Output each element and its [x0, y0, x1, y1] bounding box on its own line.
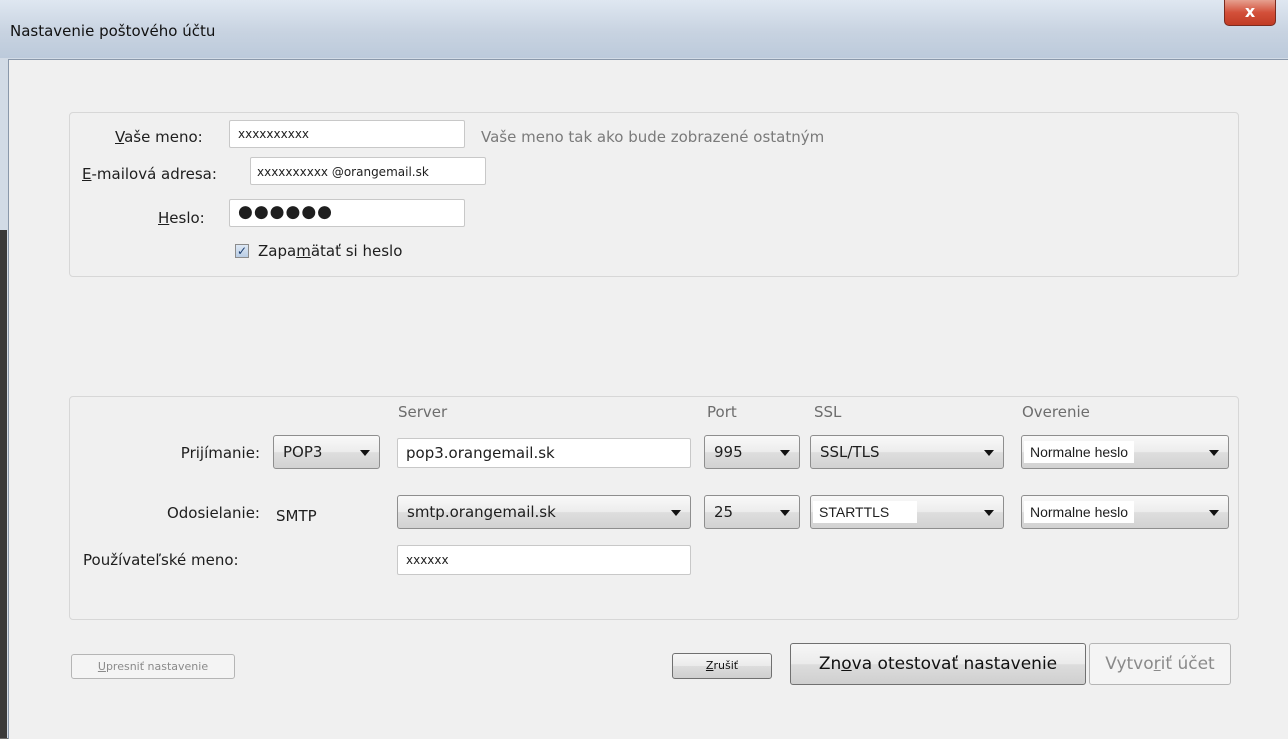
column-header-port: Port	[707, 403, 737, 421]
outgoing-ssl-select[interactable]: STARTTLS	[810, 495, 1004, 529]
email-input[interactable]: xxxxxxxxxx @orangemail.sk	[250, 157, 486, 185]
column-header-auth: Overenie	[1022, 403, 1090, 421]
outgoing-auth-select[interactable]: Normalne heslo	[1021, 495, 1229, 529]
close-button[interactable]: x	[1224, 0, 1276, 26]
username-input[interactable]: xxxxxx	[397, 545, 691, 575]
outgoing-auth-value: Normalne heslo	[1024, 501, 1135, 523]
chevron-down-icon	[671, 510, 681, 516]
chevron-down-icon	[984, 510, 994, 516]
email-label: E-mailová adresa:	[82, 165, 217, 183]
window-title: Nastavenie poštového účtu	[10, 22, 216, 40]
outgoing-server-value: smtp.orangemail.sk	[407, 503, 556, 521]
outgoing-ssl-value: STARTTLS	[813, 501, 918, 523]
incoming-port-value: 995	[714, 443, 743, 461]
incoming-port-select[interactable]: 995	[704, 435, 800, 469]
incoming-ssl-value: SSL/TLS	[820, 443, 880, 461]
chevron-down-icon	[1209, 450, 1219, 456]
cancel-button[interactable]: Zrušiť	[672, 653, 772, 679]
chevron-down-icon	[360, 450, 370, 456]
column-header-server: Server	[398, 403, 448, 421]
server-settings-group: Server Port SSL Overenie Prijímanie: POP…	[69, 396, 1239, 620]
username-label: Používateľské meno:	[83, 551, 239, 569]
incoming-protocol-value: POP3	[283, 443, 323, 461]
create-account-button[interactable]: Vytvoriť účet	[1089, 643, 1231, 685]
outgoing-port-value: 25	[714, 503, 734, 521]
chevron-down-icon	[780, 510, 790, 516]
password-label: Heslo:	[158, 209, 205, 227]
chevron-down-icon	[1209, 510, 1219, 516]
chevron-down-icon	[984, 450, 994, 456]
dialog-client-area: Vaše meno: xxxxxxxxxx Vaše meno tak ako …	[8, 59, 1288, 739]
outgoing-label: Odosielanie:	[166, 504, 260, 522]
outgoing-server-select[interactable]: smtp.orangemail.sk	[397, 495, 691, 529]
incoming-label: Prijímanie:	[180, 444, 260, 462]
outgoing-protocol: SMTP	[276, 507, 317, 525]
incoming-auth-value: Normalne heslo	[1024, 441, 1135, 463]
dialog-window: Nastavenie poštového účtu x Vaše meno: x…	[0, 0, 1288, 739]
password-input[interactable]: ●●●●●●	[229, 199, 465, 227]
name-label: Vaše meno:	[115, 128, 203, 146]
incoming-ssl-select[interactable]: SSL/TLS	[810, 435, 1004, 469]
identity-group: Vaše meno: xxxxxxxxxx Vaše meno tak ako …	[69, 112, 1239, 277]
remember-password-checkbox[interactable]: ✓	[235, 244, 249, 258]
column-header-ssl: SSL	[814, 403, 842, 421]
retest-settings-button[interactable]: Znova otestovať nastavenie	[790, 643, 1086, 685]
name-input[interactable]: xxxxxxxxxx	[229, 120, 465, 148]
name-hint: Vaše meno tak ako bude zobrazené ostatný…	[481, 128, 825, 146]
incoming-auth-select[interactable]: Normalne heslo	[1021, 435, 1229, 469]
title-bar[interactable]: Nastavenie poštového účtu x	[0, 0, 1288, 58]
outgoing-port-select[interactable]: 25	[704, 495, 800, 529]
chevron-down-icon	[780, 450, 790, 456]
background-window-edge	[0, 230, 7, 738]
close-icon: x	[1244, 2, 1256, 21]
advanced-settings-button[interactable]: Upresniť nastavenie	[71, 654, 235, 679]
remember-password-label[interactable]: Zapamätať si heslo	[258, 242, 402, 260]
incoming-protocol-select[interactable]: POP3	[273, 435, 380, 469]
email-local-part: xxxxxxxxxx @orangemail.sk	[257, 165, 429, 179]
incoming-server-input[interactable]: pop3.orangemail.sk	[397, 438, 691, 468]
checkmark-icon: ✓	[236, 244, 248, 258]
